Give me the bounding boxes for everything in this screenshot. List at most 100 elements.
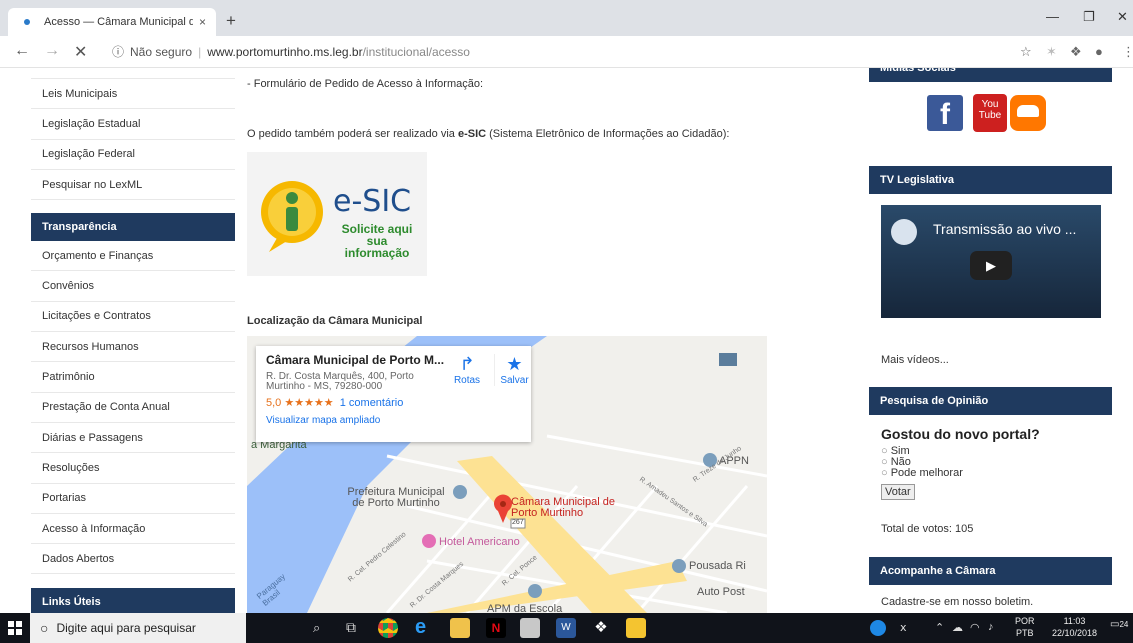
task-view-icon[interactable]: ⧉ xyxy=(346,619,356,636)
poll-heading: Pesquisa de Opinião xyxy=(869,387,1112,415)
edge-icon[interactable]: e xyxy=(415,617,435,638)
main-content: - Formulário de Pedido de Acesso à Infor… xyxy=(247,68,767,613)
info-icon[interactable]: ⓘ xyxy=(112,43,124,60)
soundcloud-icon[interactable] xyxy=(1010,95,1046,131)
map-card-title: Câmara Municipal de Porto M... xyxy=(266,353,445,367)
wifi-icon[interactable]: ◠ xyxy=(970,621,980,634)
poll-option-melhorar[interactable]: ○ Pode melhorar xyxy=(881,468,963,479)
reviews-link[interactable]: 1 comentário xyxy=(340,397,404,409)
mail-icon[interactable] xyxy=(520,618,540,638)
channel-avatar xyxy=(891,219,917,245)
sidebar-cutoff-item xyxy=(31,68,235,79)
more-videos-link[interactable]: Mais vídeos... xyxy=(881,354,949,366)
newsletter-link[interactable]: Cadastre-se em nosso boletim. xyxy=(881,596,1033,608)
sidebar-transparency-item-9[interactable]: Acesso à Informação xyxy=(31,514,235,545)
sidebar-transparency-item-10[interactable]: Dados Abertos xyxy=(31,544,235,575)
poll-options: ○ Sim ○ Não ○ Pode melhorar xyxy=(881,446,963,479)
road-badge: 267 xyxy=(512,519,524,526)
browser-tab[interactable]: Acesso — Câmara Municipal de P × xyxy=(8,8,216,36)
file-explorer-icon[interactable] xyxy=(626,618,646,638)
extension-icon[interactable]: ✶ xyxy=(1046,44,1057,60)
action-center-icon[interactable]: ▭24 xyxy=(1110,619,1128,630)
esic-logo-link[interactable]: e-SIC Solicite aqui sua informação xyxy=(247,152,427,276)
social-heading: Mídias Sociais xyxy=(869,68,1112,82)
show-hidden-icons[interactable]: ⌃ xyxy=(935,621,944,634)
sidebar-transparency-item-0[interactable]: Orçamento e Finanças xyxy=(31,241,235,272)
sidebar-transparency-item-3[interactable]: Recursos Humanos xyxy=(31,332,235,363)
map-card-address: R. Dr. Costa Marquês, 400, Porto Murtinh… xyxy=(266,371,414,392)
routes-button[interactable]: ↱ Rotas xyxy=(445,354,489,386)
form-request-text: - Formulário de Pedido de Acesso à Infor… xyxy=(247,78,484,90)
tab-close-icon[interactable]: × xyxy=(199,15,206,29)
sidebar-transparency-item-4[interactable]: Patrimônio xyxy=(31,362,235,393)
video-player[interactable]: Transmissão ao vivo ... ▶ xyxy=(881,205,1101,318)
restore-icon[interactable]: ❐ xyxy=(1083,9,1095,25)
youtube-icon[interactable]: You Tube xyxy=(973,94,1007,132)
menu-dots-icon[interactable]: ⋮ xyxy=(1122,44,1133,60)
embedded-map[interactable]: a Margarita Prefeitura Municipal de Port… xyxy=(247,336,767,613)
windows-start-icon[interactable] xyxy=(8,621,22,635)
forward-arrow-icon[interactable]: → xyxy=(44,42,60,60)
taskbar-search-box[interactable]: ○ Digite aqui para pesquisar xyxy=(30,613,246,643)
close-window-icon[interactable]: ✕ xyxy=(1117,9,1128,25)
word-icon[interactable]: W xyxy=(556,618,576,638)
microphone-icon[interactable]: ⌕ xyxy=(313,620,320,636)
sidebar-legislation-list: Leis Municipais Legislação Estadual Legisl… xyxy=(31,79,235,201)
volume-icon[interactable]: ♪ xyxy=(988,621,994,633)
help-icon[interactable] xyxy=(870,620,886,636)
vote-button[interactable]: Votar xyxy=(881,484,915,500)
site-favicon-icon xyxy=(24,19,30,25)
right-sidebar: Mídias Sociais f You Tube TV Legislativa … xyxy=(869,68,1112,613)
sidebar-item-2[interactable]: Legislação Federal xyxy=(31,140,235,170)
store-icon[interactable] xyxy=(450,618,470,638)
netflix-icon[interactable]: N xyxy=(486,618,506,638)
facebook-icon[interactable]: f xyxy=(927,95,963,131)
sidebar-transparency-item-5[interactable]: Prestação de Conta Anual xyxy=(31,393,235,423)
new-tab-button[interactable]: + xyxy=(226,11,236,31)
cloud-icon[interactable]: ☁ xyxy=(952,621,963,634)
map-place-pousada: Pousada Ri xyxy=(689,560,746,572)
sidebar-transparency-item-2[interactable]: Licitações e Contratos xyxy=(31,302,235,333)
esic-info-text: O pedido também poderá ser realizado via… xyxy=(247,128,730,140)
dropbox-icon[interactable]: ❖ xyxy=(591,618,611,638)
video-title: Transmissão ao vivo ... xyxy=(933,221,1077,237)
back-arrow-icon[interactable]: ← xyxy=(14,42,30,60)
url-field[interactable]: ⓘ Não seguro | www.portomurtinho.ms.leg.… xyxy=(112,43,470,60)
sidebar-transparency-item-8[interactable]: Portarias xyxy=(31,484,235,514)
url-path: /institucional/acesso xyxy=(362,44,470,59)
play-icon[interactable]: ▶ xyxy=(970,251,1012,280)
sidebar-transparency-item-6[interactable]: Diárias e Passagens xyxy=(31,423,235,454)
rating-stars-icon: ★★★★★ xyxy=(284,397,334,409)
follow-heading: Acompanhe a Câmara xyxy=(869,557,1112,585)
chrome-icon[interactable] xyxy=(378,618,398,638)
address-bar: ← → ✕ ⓘ Não seguro | www.portomurtinho.m… xyxy=(0,36,1133,68)
sidebar-item-0[interactable]: Leis Municipais xyxy=(31,79,235,110)
save-place-button[interactable]: ★ Salvar xyxy=(494,354,534,386)
sidebar-item-3[interactable]: Pesquisar no LexML xyxy=(31,170,235,201)
total-votes: Total de votos: 105 xyxy=(881,523,974,535)
language-indicator[interactable]: POR PTB xyxy=(1015,615,1035,639)
bookmark-star-icon[interactable]: ☆ xyxy=(1020,44,1032,60)
minimize-icon[interactable]: — xyxy=(1046,9,1059,24)
star-icon: ★ xyxy=(506,354,523,374)
sidebar-item-1[interactable]: Legislação Estadual xyxy=(31,109,235,140)
security-label: Não seguro xyxy=(130,44,193,59)
sidebar-heading-links: Links Úteis xyxy=(31,588,235,613)
reload-stop-icon[interactable]: ✕ xyxy=(74,42,87,62)
extension-shield-icon[interactable]: ❖ xyxy=(1070,44,1082,60)
esic-logo-tagline: Solicite aqui sua informação xyxy=(341,222,413,260)
directions-icon: ↱ xyxy=(459,354,475,374)
profile-avatar-icon[interactable]: ● xyxy=(1095,44,1103,59)
enlarge-map-link[interactable]: Visualizar mapa ampliado xyxy=(266,415,521,426)
people-icon[interactable]: ⅹ xyxy=(900,621,907,634)
sidebar-transparency-item-7[interactable]: Resoluções xyxy=(31,453,235,484)
sidebar-transparency-item-1[interactable]: Convênios xyxy=(31,271,235,302)
clock[interactable]: 11:03 22/10/2018 xyxy=(1047,615,1102,639)
windows-taskbar: ○ Digite aqui para pesquisar ⌕ ⧉ e N W ❖… xyxy=(0,613,1133,643)
map-place-prefeitura: Prefeitura Municipal de Porto Murtinho xyxy=(347,486,445,509)
map-place-card: Câmara Municipal de Porto M... R. Dr. Co… xyxy=(256,346,531,442)
url-host: www.portomurtinho.ms.leg.br xyxy=(207,44,363,59)
search-placeholder: Digite aqui para pesquisar xyxy=(56,621,196,635)
map-place-hotel: Hotel Americano xyxy=(439,536,520,548)
esic-logo-title: e-SIC xyxy=(333,184,412,219)
